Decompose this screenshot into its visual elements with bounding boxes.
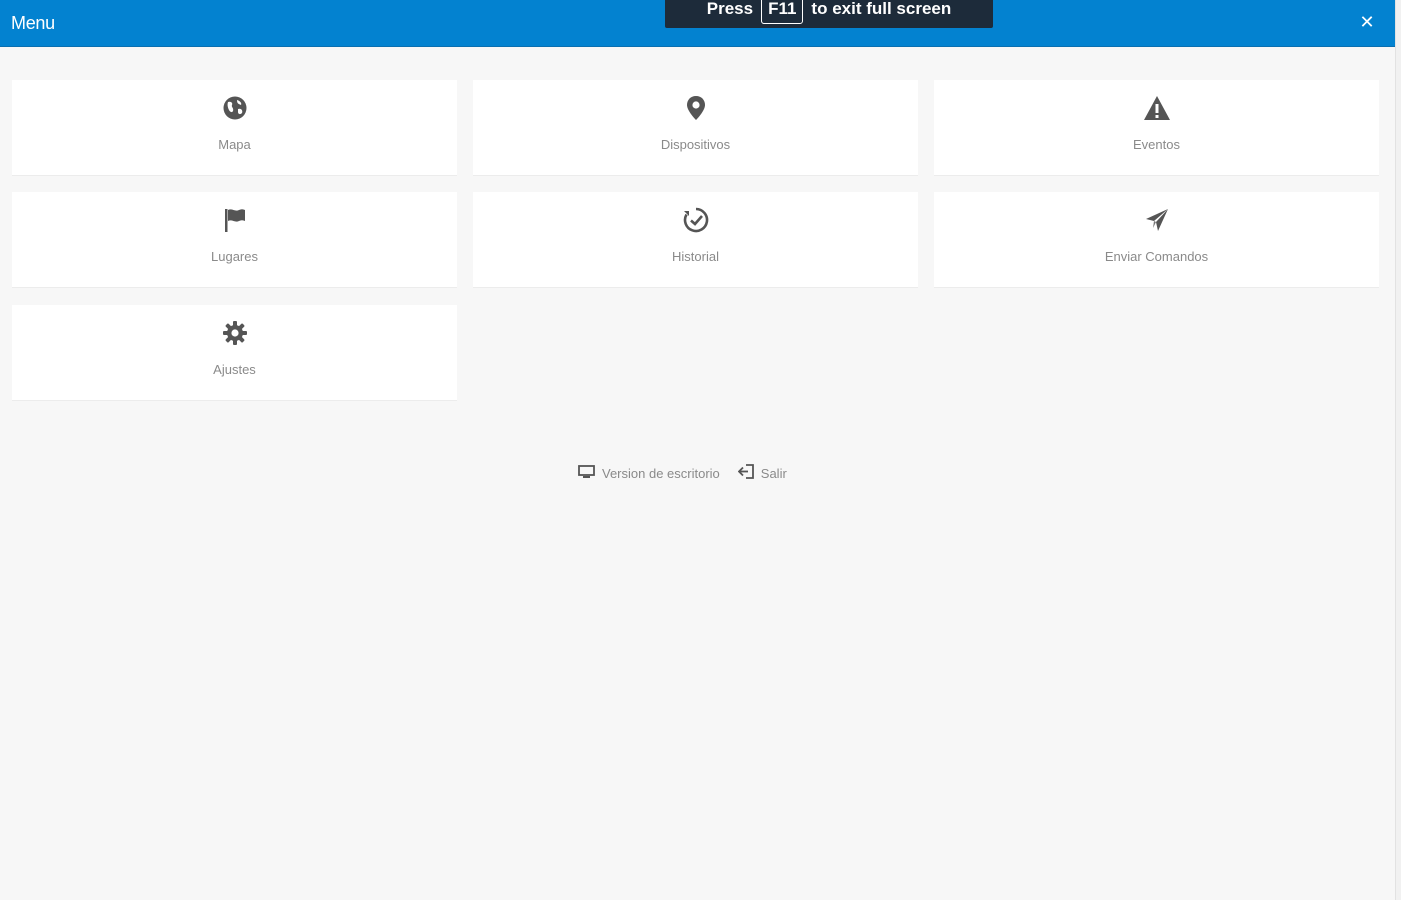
menu-tile-enviar-comandos[interactable]: Enviar Comandos	[934, 192, 1379, 288]
menu-tile-eventos[interactable]: Eventos	[934, 80, 1379, 176]
logout-label: Salir	[760, 465, 787, 481]
flag-icon	[221, 206, 249, 234]
menu-tile-dispositivos[interactable]: Dispositivos	[473, 80, 918, 176]
tile-label: Lugares	[211, 249, 258, 264]
send-icon	[1143, 206, 1171, 234]
sign-out-icon	[737, 464, 754, 482]
close-icon: ✕	[1359, 12, 1375, 32]
menu-tile-mapa[interactable]: Mapa	[12, 80, 457, 176]
globe-icon	[221, 94, 249, 122]
menu-tile-historial[interactable]: Historial	[473, 192, 918, 288]
tile-label: Mapa	[218, 137, 251, 152]
monitor-icon	[578, 464, 595, 482]
menu-tile-ajustes[interactable]: Ajustes	[12, 305, 457, 401]
map-pin-icon	[682, 94, 710, 122]
footer-links: Version de escritorio Salir	[578, 463, 787, 483]
fullscreen-notice: Press F11 to exit full screen	[665, 0, 993, 28]
fullscreen-key: F11	[761, 0, 804, 24]
tile-label: Enviar Comandos	[1104, 249, 1209, 264]
fullscreen-notice-prefix: Press	[706, 0, 754, 18]
menu-tile-lugares[interactable]: Lugares	[12, 192, 457, 288]
history-clock-icon	[682, 206, 710, 234]
desktop-version-label: Version de escritorio	[602, 465, 720, 481]
tile-label: Historial	[672, 249, 719, 264]
tile-label: Ajustes	[213, 362, 256, 377]
page-title: Menu	[11, 13, 55, 33]
logout-link[interactable]: Salir	[737, 464, 787, 482]
vertical-scrollbar[interactable]	[1395, 0, 1401, 900]
desktop-version-link[interactable]: Version de escritorio	[578, 464, 720, 482]
warning-icon	[1143, 94, 1171, 122]
fullscreen-notice-suffix: to exit full screen	[811, 0, 952, 18]
gear-icon	[221, 319, 249, 347]
app-root: Menu ✕ Press F11 to exit full screen Map…	[0, 0, 1395, 900]
close-button[interactable]: ✕	[1357, 12, 1377, 32]
tile-label: Dispositivos	[660, 137, 731, 152]
tile-label: Eventos	[1133, 137, 1180, 152]
